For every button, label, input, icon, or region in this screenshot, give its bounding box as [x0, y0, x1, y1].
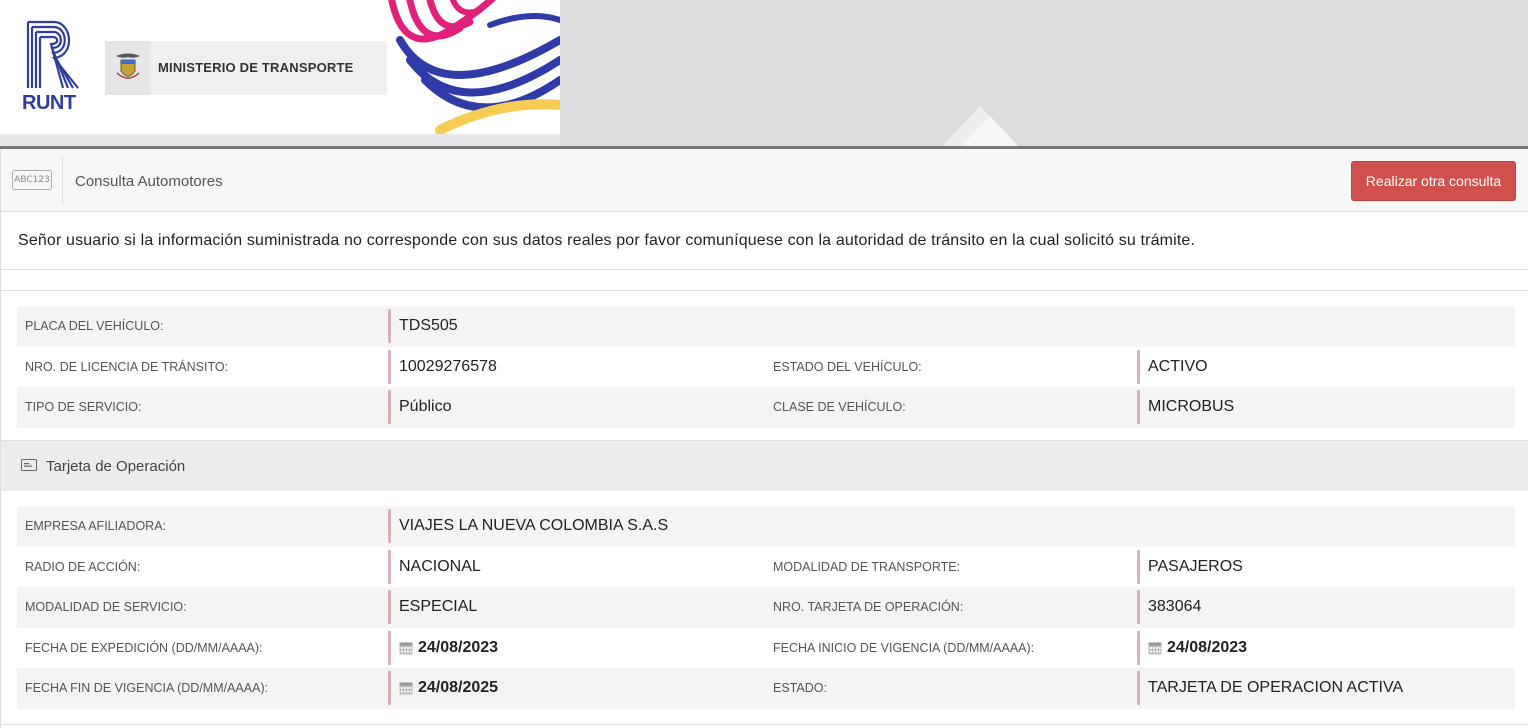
table-row: FECHA DE EXPEDICIÓN (DD/MM/AAAA): 24/08/…	[17, 628, 1515, 669]
table-row: NRO. DE LICENCIA DE TRÁNSITO: 1002927657…	[17, 347, 1515, 388]
user-notice: Señor usuario si la información suminist…	[0, 212, 1528, 270]
coat-of-arms-icon	[105, 41, 150, 95]
table-row: RADIO DE ACCIÓN: NACIONAL MODALIDAD DE T…	[17, 547, 1515, 588]
table-row: EMPRESA AFILIADORA: VIAJES LA NUEVA COLO…	[17, 506, 1515, 547]
service-mode-label: MODALIDAD DE SERVICIO:	[25, 600, 187, 614]
header-logo-area: RUNT MINISTERIO DE TRANSPORTE	[0, 0, 560, 134]
issue-date-label: FECHA DE EXPEDICIÓN (DD/MM/AAAA):	[25, 640, 263, 655]
operation-card-table: EMPRESA AFILIADORA: VIAJES LA NUEVA COLO…	[17, 506, 1515, 709]
table-row: FECHA FIN DE VIGENCIA (DD/MM/AAAA): 24/0…	[17, 668, 1515, 709]
abc123-icon: ABC123	[12, 170, 52, 190]
table-row: TIPO DE SERVICIO: Público CLASE DE VEHÍC…	[17, 387, 1515, 428]
license-value: 10029276578	[388, 349, 497, 384]
card-number-label: NRO. TARJETA DE OPERACIÓN:	[773, 600, 964, 614]
vehicle-status-value: ACTIVO	[1137, 349, 1208, 384]
vehicle-status-label: ESTADO DEL VEHÍCULO:	[773, 359, 922, 374]
table-row: MODALIDAD DE SERVICIO: ESPECIAL NRO. TAR…	[17, 587, 1515, 628]
service-type-value: Público	[388, 390, 451, 424]
card-status-label: ESTADO:	[773, 681, 827, 695]
operation-card-section-header: Tarjeta de Operación	[0, 441, 1528, 491]
vehicle-info-table: PLACA DEL VEHÍCULO: TDS505 NRO. DE LICEN…	[17, 306, 1515, 428]
decorative-waves-icon	[388, 0, 560, 134]
header-banner: RUNT MINISTERIO DE TRANSPORTE	[0, 0, 1528, 149]
vehicle-class-value: MICROBUS	[1137, 390, 1234, 424]
ministry-name: MINISTERIO DE TRANSPORTE	[158, 60, 354, 75]
calendar-icon	[1148, 642, 1162, 654]
issue-date-value: 24/08/2023	[388, 630, 499, 665]
card-status-value: TARJETA DE OPERACION ACTIVA	[1137, 671, 1403, 705]
ministry-logo: MINISTERIO DE TRANSPORTE	[105, 41, 387, 95]
issue-date-text: 24/08/2023	[418, 638, 499, 656]
company-label: EMPRESA AFILIADORA:	[25, 519, 167, 533]
service-mode-value: ESPECIAL	[388, 590, 477, 624]
decorative-peaks-icon	[940, 106, 1020, 148]
end-date-label: FECHA FIN DE VIGENCIA (DD/MM/AAAA):	[25, 681, 269, 695]
license-label: NRO. DE LICENCIA DE TRÁNSITO:	[25, 359, 229, 374]
end-date-text: 24/08/2025	[418, 679, 499, 696]
consulta-title: Consulta Automotores	[75, 173, 223, 190]
transport-mode-value: PASAJEROS	[1137, 549, 1243, 584]
transport-mode-label: MODALIDAD DE TRANSPORTE:	[773, 559, 961, 574]
plate-label: PLACA DEL VEHÍCULO:	[25, 319, 164, 333]
section-title: Tarjeta de Operación	[46, 458, 186, 475]
start-date-label: FECHA INICIO DE VIGENCIA (DD/MM/AAAA):	[773, 640, 1035, 655]
plate-value: TDS505	[388, 309, 458, 343]
new-query-button[interactable]: Realizar otra consulta	[1351, 161, 1516, 201]
start-date-value: 24/08/2023	[1137, 630, 1248, 665]
table-row: PLACA DEL VEHÍCULO: TDS505	[17, 306, 1515, 347]
calendar-icon	[399, 682, 413, 695]
end-date-value: 24/08/2025	[388, 671, 498, 705]
id-card-icon	[21, 459, 37, 471]
vehicle-class-label: CLASE DE VEHÍCULO:	[773, 400, 906, 414]
start-date-text: 24/08/2023	[1167, 638, 1248, 656]
calendar-icon	[399, 642, 413, 654]
action-radius-value: NACIONAL	[388, 549, 481, 584]
consulta-header: ABC123 Consulta Automotores Realizar otr…	[0, 149, 1528, 212]
notice-text: Señor usuario si la información suminist…	[18, 232, 1196, 249]
company-value: VIAJES LA NUEVA COLOMBIA S.A.S	[388, 509, 668, 543]
action-radius-label: RADIO DE ACCIÓN:	[25, 559, 141, 574]
card-number-value: 383064	[1137, 590, 1201, 624]
runt-logo-text: RUNT	[22, 92, 76, 114]
service-type-label: TIPO DE SERVICIO:	[25, 400, 142, 414]
